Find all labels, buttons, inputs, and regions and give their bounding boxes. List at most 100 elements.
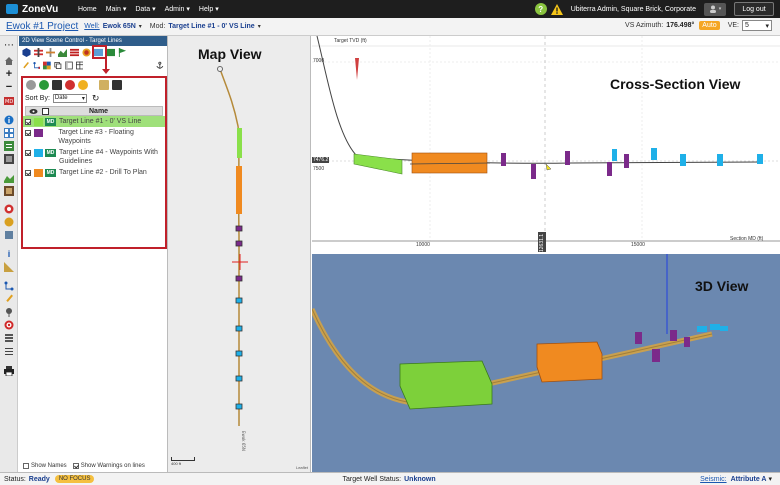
md-badge: MD [45, 118, 56, 126]
target-line-row-1[interactable]: MD Target Line #1 - 0' VS Line [23, 116, 165, 127]
target-line-name: Target Line #1 - 0' VS Line [59, 118, 142, 125]
horizons-icon[interactable] [58, 48, 67, 57]
nav-admin[interactable]: Admin ▾ [165, 5, 190, 13]
more-icon[interactable]: ⋯ [4, 40, 14, 51]
line-color-swatch[interactable] [34, 169, 43, 177]
record-icon[interactable] [4, 204, 14, 214]
refresh-icon[interactable]: ↻ [92, 93, 100, 104]
cross-section-view[interactable]: Target TVD (ft) 7000 7500 7476.2 10000 1… [312, 36, 780, 254]
table-icon[interactable] [75, 61, 84, 70]
info-i-icon[interactable]: i [4, 249, 14, 259]
zoom-out-icon[interactable]: − [4, 81, 14, 93]
faults-icon[interactable] [46, 48, 55, 57]
user-menu-button[interactable]: ▾ [704, 2, 726, 16]
target-line-row-4[interactable]: MD Target Line #2 - Drill To Plan [23, 167, 165, 178]
info-icon[interactable] [4, 115, 14, 125]
list-icon[interactable] [4, 346, 14, 356]
help-icon[interactable]: ? [534, 3, 547, 15]
warning-icon[interactable] [550, 3, 563, 15]
layout-icon[interactable] [64, 61, 73, 70]
copy-icon[interactable] [54, 61, 62, 70]
zonevu-logo[interactable]: ZoneVu [0, 4, 78, 15]
clipboard-icon[interactable] [99, 80, 109, 90]
grid-view-icon[interactable] [4, 128, 14, 138]
3d-view[interactable]: 3D View [312, 254, 780, 472]
pencil-edit-icon[interactable] [22, 61, 30, 70]
seismic-link[interactable]: Seismic: [700, 476, 726, 483]
chevron-down-icon[interactable]: ▾ [139, 23, 142, 30]
y-axis-label: Target TVD (ft) [334, 38, 367, 44]
delete-icon[interactable] [65, 80, 75, 90]
green-layer-icon[interactable] [106, 48, 115, 57]
x-tick-10000: 10000 [416, 242, 430, 248]
show-warnings-checkbox[interactable] [72, 463, 79, 469]
film-icon[interactable] [4, 154, 14, 164]
mod-select[interactable]: Target Line #1 - 0' VS Line [168, 23, 254, 30]
add-icon[interactable] [39, 80, 49, 90]
vs-azimuth-value[interactable]: 176.498° [666, 22, 694, 29]
nav-home[interactable]: Home [78, 6, 97, 13]
pin-icon[interactable] [4, 307, 14, 317]
ruler-icon[interactable] [4, 262, 14, 272]
chevron-down-icon[interactable]: ▾ [258, 23, 261, 30]
visibility-checkbox[interactable] [25, 119, 31, 125]
database-icon[interactable] [4, 230, 14, 240]
scale-text: 400 ft [171, 461, 182, 466]
target-line-row-3[interactable]: MD Target Line #4 - Waypoints With Guide… [23, 147, 165, 167]
edit-column-icon[interactable] [42, 107, 49, 115]
cross-section-canvas[interactable] [312, 36, 780, 254]
waypoint-path-icon[interactable] [33, 61, 41, 70]
star-icon[interactable] [78, 80, 88, 90]
surface-icon[interactable] [4, 173, 14, 183]
auto-azimuth-button[interactable]: Auto [699, 21, 720, 30]
copy-icon[interactable] [52, 80, 62, 90]
map-canvas[interactable]: Ewok 65N [168, 36, 311, 472]
target-lines-icon[interactable] [82, 48, 91, 57]
settings-icon[interactable] [26, 80, 36, 90]
target-icon[interactable] [4, 320, 14, 330]
md-icon[interactable]: MD [4, 96, 14, 106]
well-hex-icon[interactable] [22, 48, 31, 57]
seismic-value[interactable]: Attribute A [731, 476, 767, 483]
export-icon[interactable] [112, 80, 122, 90]
visibility-checkbox[interactable] [25, 170, 31, 176]
zoom-in-icon[interactable]: + [4, 68, 14, 80]
name-column-header[interactable]: Name [89, 108, 108, 115]
visibility-checkbox[interactable] [25, 150, 31, 156]
flag-icon[interactable] [118, 48, 127, 57]
line-color-swatch[interactable] [34, 149, 43, 157]
pencil-icon[interactable] [4, 294, 14, 304]
map-view[interactable]: Map View Ewok 65N 400 ft Leaflet [168, 36, 311, 472]
grid-lines-icon[interactable] [70, 48, 79, 57]
show-names-label: Show Names [31, 463, 67, 469]
well-select[interactable]: Ewok 65N [103, 23, 136, 30]
path-icon[interactable] [4, 281, 14, 291]
anchor-icon[interactable] [156, 61, 164, 70]
line-color-swatch[interactable] [34, 129, 43, 137]
home-icon[interactable] [4, 56, 14, 66]
show-names-checkbox[interactable] [23, 463, 29, 469]
color-grid-icon[interactable] [43, 61, 52, 70]
seismic-icon[interactable] [4, 186, 14, 196]
nav-main[interactable]: Main ▾ [106, 5, 127, 13]
visibility-checkbox[interactable] [25, 130, 31, 136]
nav-help[interactable]: Help ▾ [199, 5, 219, 13]
logout-button[interactable]: Log out [734, 2, 774, 16]
chevron-down-icon[interactable]: ▾ [768, 475, 772, 483]
sort-by-value: Date [54, 95, 68, 101]
target-line-name: Target Line #3 - Floating Waypoints [58, 129, 134, 145]
layers-icon[interactable] [4, 141, 14, 151]
horizon-icon[interactable] [4, 217, 14, 227]
nav-data[interactable]: Data ▾ [135, 5, 155, 13]
line-color-swatch[interactable] [34, 118, 43, 126]
target-line-name: Target Line #4 - Waypoints With Guidelin… [59, 149, 158, 165]
print-icon[interactable] [4, 366, 14, 376]
visibility-eye-icon[interactable] [29, 108, 38, 115]
leaflet-attribution[interactable]: Leaflet [296, 465, 308, 470]
project-name-link[interactable]: Ewok #1 Project [6, 21, 78, 32]
vertical-exaggeration-select[interactable]: 5 ▾ [742, 20, 772, 31]
stack-icon[interactable] [4, 333, 14, 343]
sort-by-select[interactable]: Date ▾ [52, 93, 87, 103]
tops-icon[interactable] [34, 48, 43, 57]
target-line-row-2[interactable]: Target Line #3 - Floating Waypoints [23, 127, 165, 147]
